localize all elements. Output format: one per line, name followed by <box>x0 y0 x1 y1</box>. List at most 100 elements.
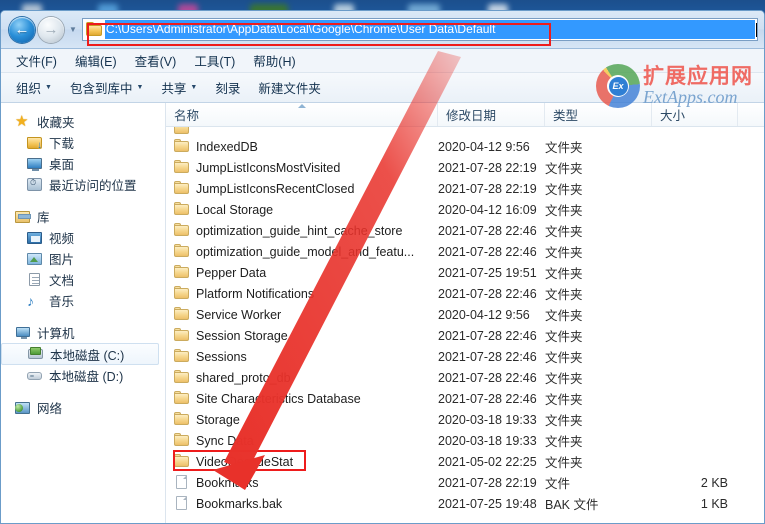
cell-name-label: Bookmarks <box>196 475 259 490</box>
cell-name: shared_proto_db <box>166 370 438 385</box>
table-row[interactable]: Sync Data 2020-03-18 19:33 文件夹 <box>166 430 764 451</box>
column-header-name[interactable]: 名称 <box>166 103 438 126</box>
file-rows-container: IndexedDB 2020-04-12 9:56 文件夹 JumpListIcons… <box>166 127 764 514</box>
cell-type: 文件 <box>545 477 571 491</box>
cell-type: 文件夹 <box>545 435 583 449</box>
sidebar-item-desktop[interactable]: 桌面 <box>1 153 165 174</box>
table-row[interactable]: shared_proto_db 2021-07-28 22:46 文件夹 <box>166 367 764 388</box>
sidebar-group-libraries[interactable]: 库 <box>1 206 165 227</box>
back-arrow-icon: ← <box>14 21 30 38</box>
table-row[interactable]: IndexedDB 2020-04-12 9:56 文件夹 <box>166 136 764 157</box>
sidebar-item-videos-label: 视频 <box>49 232 75 246</box>
back-button[interactable]: ← <box>9 16 35 43</box>
table-row[interactable]: JumpListIconsMostVisited 2021-07-28 22:19… <box>166 157 764 178</box>
cell-type: 文件夹 <box>545 246 583 260</box>
toolbar-new-folder-label: 新建文件夹 <box>258 82 321 96</box>
local-disk-c-icon <box>28 346 44 362</box>
cell-date: 2021-07-28 22:46 <box>438 328 537 343</box>
table-row[interactable]: JumpListIconsRecentClosed 2021-07-28 22:1… <box>166 178 764 199</box>
forward-arrow-icon: → <box>43 21 59 38</box>
menu-item-edit[interactable]: 编辑(E) <box>66 49 126 72</box>
toolbar-burn[interactable]: 刻录 <box>206 75 249 100</box>
file-list-pane: 名称 修改日期 类型 大小 IndexedDB 2020-04-12 9:56 文件… <box>166 103 764 523</box>
cell-date: 2020-04-12 9:56 <box>438 307 530 322</box>
navigation-pane: ★ 收藏夹 下载 桌面 最近访问的位置 库 <box>1 103 166 523</box>
history-chevron-down-icon[interactable]: ▼ <box>69 25 77 34</box>
sidebar-item-pictures[interactable]: 图片 <box>1 248 165 269</box>
folder-icon <box>174 160 190 175</box>
sidebar-item-downloads[interactable]: 下载 <box>1 132 165 153</box>
cell-date: 2021-05-02 22:25 <box>438 454 537 469</box>
computer-icon <box>15 325 31 341</box>
column-header-date[interactable]: 修改日期 <box>438 103 545 126</box>
table-row[interactable]: Service Worker 2020-04-12 9:56 文件夹 <box>166 304 764 325</box>
cell-name: JumpListIconsMostVisited <box>166 160 438 175</box>
table-row[interactable]: Local Storage 2020-04-12 16:09 文件夹 <box>166 199 764 220</box>
cell-date: 2021-07-28 22:19 <box>438 181 537 196</box>
table-row[interactable]: Site Characteristics Database 2021-07-28 … <box>166 388 764 409</box>
table-row[interactable]: VideoDecodeStat 2021-05-02 22:25 文件夹 <box>166 451 764 472</box>
sidebar-item-music[interactable]: ♪ 音乐 <box>1 290 165 311</box>
cell-date: 2021-07-28 22:46 <box>438 370 537 385</box>
star-icon: ★ <box>15 112 29 130</box>
downloads-folder-icon <box>27 135 43 151</box>
folder-icon <box>174 202 190 217</box>
folder-icon <box>174 223 190 238</box>
cell-name: Site Characteristics Database <box>166 391 438 406</box>
table-row[interactable] <box>166 127 764 136</box>
table-row[interactable]: Platform Notifications 2021-07-28 22:46 文件… <box>166 283 764 304</box>
table-row[interactable]: Bookmarks.bak 2021-07-25 19:48 BAK 文件 1 KB <box>166 493 764 514</box>
cell-name: Bookmarks <box>166 475 438 490</box>
cell-date: 2020-04-12 16:09 <box>438 202 537 217</box>
column-header-size[interactable]: 大小 <box>652 103 738 126</box>
library-icon <box>15 209 31 225</box>
cell-type: 文件夹 <box>545 141 583 155</box>
address-bar[interactable]: C:\Users\Administrator\AppData\Local\Goo… <box>81 18 758 41</box>
toolbar-share[interactable]: 共享 ▼ <box>152 75 206 100</box>
sidebar-item-local-disk-c-label: 本地磁盘 (C:) <box>50 348 125 363</box>
table-row[interactable]: optimization_guide_model_and_featu... 202… <box>166 241 764 262</box>
folder-icon <box>174 181 190 196</box>
sidebar-group-computer[interactable]: 计算机 <box>1 322 165 343</box>
sidebar-item-documents[interactable]: 文档 <box>1 269 165 290</box>
menu-item-view[interactable]: 查看(V) <box>126 49 186 72</box>
toolbar-new-folder[interactable]: 新建文件夹 <box>249 75 330 100</box>
address-path-text[interactable]: C:\Users\Administrator\AppData\Local\Goo… <box>104 20 755 39</box>
sidebar-item-local-disk-c[interactable]: 本地磁盘 (C:) <box>1 343 159 365</box>
table-row[interactable]: Pepper Data 2021-07-25 19:51 文件夹 <box>166 262 764 283</box>
sidebar-item-documents-label: 文档 <box>49 274 75 288</box>
table-row[interactable]: Bookmarks 2021-07-28 22:19 文件 2 KB <box>166 472 764 493</box>
cell-name-label: optimization_guide_hint_cache_store <box>196 223 403 238</box>
toolbar-burn-label: 刻录 <box>215 82 241 96</box>
table-row[interactable]: Sessions 2021-07-28 22:46 文件夹 <box>166 346 764 367</box>
folder-icon <box>174 349 190 364</box>
cell-type: 文件夹 <box>545 372 583 386</box>
toolbar-organize-label: 组织 <box>16 82 42 96</box>
sidebar-item-desktop-label: 桌面 <box>49 158 75 172</box>
video-icon <box>27 230 43 246</box>
table-row[interactable]: Session Storage 2021-07-28 22:46 文件夹 <box>166 325 764 346</box>
table-row[interactable]: Storage 2020-03-18 19:33 文件夹 <box>166 409 764 430</box>
sidebar-group-network[interactable]: 网络 <box>1 397 165 418</box>
table-row[interactable]: optimization_guide_hint_cache_store 2021-… <box>166 220 764 241</box>
sidebar-group-network-label: 网络 <box>37 402 63 416</box>
toolbar-include-in-library[interactable]: 包含到库中 ▼ <box>61 75 152 100</box>
explorer-window: ← → ▼ C:\Users\Administrator\AppData\Loc… <box>0 10 765 524</box>
cell-type: 文件夹 <box>545 330 583 344</box>
toolbar-organize[interactable]: 组织 ▼ <box>7 75 61 100</box>
cell-name: IndexedDB <box>166 139 438 154</box>
menu-item-file[interactable]: 文件(F) <box>7 49 66 72</box>
cell-name-label: Sessions <box>196 349 247 364</box>
sidebar-item-local-disk-d[interactable]: 本地磁盘 (D:) <box>1 365 165 386</box>
sidebar-group-favorites[interactable]: ★ 收藏夹 <box>1 111 165 132</box>
menu-item-tools[interactable]: 工具(T) <box>185 49 244 72</box>
menu-item-help[interactable]: 帮助(H) <box>244 49 304 72</box>
sidebar-item-recent-places[interactable]: 最近访问的位置 <box>1 174 165 195</box>
column-header-type[interactable]: 类型 <box>545 103 652 126</box>
forward-button[interactable]: → <box>38 16 64 43</box>
cell-name: Storage <box>166 412 438 427</box>
file-icon <box>174 475 190 490</box>
sidebar-item-music-label: 音乐 <box>49 295 75 309</box>
sidebar-item-videos[interactable]: 视频 <box>1 227 165 248</box>
